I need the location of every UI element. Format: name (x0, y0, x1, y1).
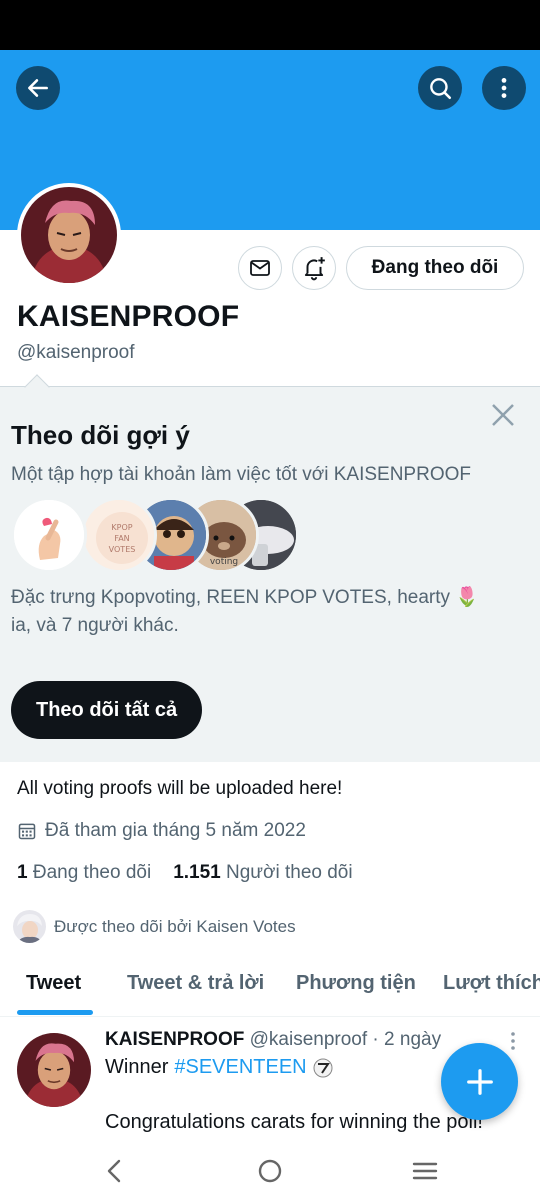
notification-button[interactable] (292, 246, 336, 290)
profile-screen: Đang theo dõi KAISENPROOF @kaisenproof T… (0, 0, 540, 1200)
nav-recents-icon[interactable] (410, 1156, 440, 1186)
following-count: 1 (17, 862, 28, 883)
joined-text: Đã tham gia tháng 5 năm 2022 (45, 820, 306, 841)
svg-text:FAN: FAN (114, 534, 129, 543)
back-button[interactable] (16, 66, 60, 110)
following-button[interactable]: Đang theo dõi (346, 246, 524, 290)
tab-media[interactable]: Phương tiện (296, 972, 416, 995)
plus-icon (466, 1068, 493, 1095)
nav-home-icon[interactable] (255, 1156, 285, 1186)
profile-tabs: Tweet Tweet & trả lời Phương tiện Lượt t… (0, 960, 540, 1017)
tab-tweets-replies[interactable]: Tweet & trả lời (127, 972, 264, 995)
suggested-avatar-2: KPOP FAN VOTES (81, 497, 157, 573)
system-nav-bar (0, 1142, 540, 1200)
nav-back-icon[interactable] (100, 1156, 130, 1186)
follow-all-label: Theo dõi tất cả (36, 698, 178, 721)
more-options-button[interactable] (482, 66, 526, 110)
suggested-title: Theo dõi gợi ý (11, 420, 190, 450)
seventeen-hashflag-icon (313, 1058, 333, 1077)
suggested-avatars[interactable]: voting KPOP FAN VOTES (11, 497, 311, 573)
status-bar (0, 0, 540, 50)
tab-likes[interactable]: Lượt thích (443, 972, 540, 995)
follow-all-button[interactable]: Theo dõi tất cả (11, 681, 203, 739)
tweet-body: Congratulations carats for winning the p… (105, 1111, 483, 1133)
svg-text:KPOP: KPOP (111, 523, 132, 532)
compose-tweet-button[interactable] (441, 1043, 518, 1120)
anime-avatar-image (21, 187, 117, 283)
tweet-text-line-1: Winner #SEVENTEEN (105, 1056, 333, 1079)
followed-by[interactable]: Được theo dõi bởi Kaisen Votes (13, 910, 296, 943)
tweet-header: KAISENPROOF @kaisenproof · 2 ngày (105, 1029, 441, 1051)
suggested-description-line-2: ia, và 7 người khác. (11, 615, 179, 636)
tweet-prefix: Winner (105, 1056, 169, 1078)
following-button-label: Đang theo dõi (371, 257, 499, 278)
tab-tweets[interactable]: Tweet (26, 972, 81, 995)
search-button[interactable] (418, 66, 462, 110)
message-button[interactable] (238, 246, 282, 290)
tweet-more-icon[interactable] (508, 1030, 518, 1052)
profile-handle: @kaisenproof (17, 342, 135, 363)
followers-stat[interactable]: 1.151 Người theo dõi (173, 862, 352, 884)
active-tab-indicator (17, 1010, 93, 1015)
suggested-description: Đặc trưng Kpopvoting, REEN KPOP VOTES, h… (11, 584, 521, 640)
svg-text:voting: voting (210, 557, 238, 567)
following-stat[interactable]: 1 Đang theo dõi (17, 862, 151, 884)
more-vertical-icon (501, 78, 507, 98)
joined-date: Đã tham gia tháng 5 năm 2022 (17, 820, 306, 842)
anime-avatar-image (17, 1033, 91, 1107)
svg-text:VOTES: VOTES (109, 545, 136, 554)
suggested-avatar-1 (11, 497, 87, 573)
close-icon[interactable] (488, 400, 518, 430)
suggested-subtitle: Một tập hợp tài khoản làm việc tốt với K… (11, 464, 471, 485)
profile-avatar[interactable] (17, 183, 121, 287)
profile-bio: All voting proofs will be uploaded here! (17, 778, 343, 799)
search-icon (430, 78, 452, 100)
tweet-author-name: KAISENPROOF (105, 1029, 245, 1050)
follower-avatar (13, 910, 46, 943)
arrow-left-icon (28, 79, 48, 97)
followers-count: 1.151 (173, 862, 221, 883)
profile-name: KAISENPROOF (17, 300, 240, 333)
followers-label: Người theo dõi (226, 862, 353, 883)
tweet-hashtag[interactable]: #SEVENTEEN (174, 1056, 306, 1079)
following-label: Đang theo dõi (32, 862, 152, 883)
bell-plus-icon (304, 257, 325, 281)
suggested-description-line-1: Đặc trưng Kpopvoting, REEN KPOP VOTES, h… (11, 587, 479, 608)
followed-by-text: Được theo dõi bởi Kaisen Votes (54, 916, 296, 936)
tweet-handle-time: @kaisenproof · 2 ngày (249, 1029, 442, 1050)
envelope-icon (250, 260, 270, 276)
calendar-icon (18, 823, 36, 840)
follow-stats: 1 Đang theo dõi 1.151 Người theo dõi (17, 862, 353, 884)
tweet-author-avatar[interactable] (17, 1033, 91, 1107)
